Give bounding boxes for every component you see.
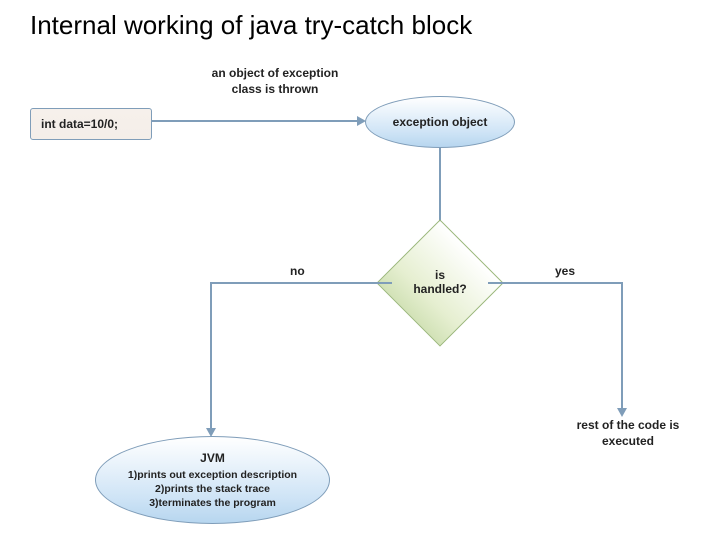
jvm-line-2: 2)prints the stack trace [128,482,297,496]
node-exception-object: exception object [365,96,515,148]
jvm-line-3: 3)terminates the program [128,496,297,510]
decision-label: is handled? [395,268,485,296]
connector [210,282,212,430]
label-no: no [290,264,305,278]
caption-rest: rest of the code is executed [558,418,698,449]
arrow-icon [617,408,627,417]
page-title: Internal working of java try-catch block [30,10,472,41]
caption-thrown: an object of exception class is thrown [190,66,360,97]
connector [210,282,392,284]
diagram-canvas: Internal working of java try-catch block… [0,0,720,540]
connector [621,282,623,410]
jvm-line-1: 1)prints out exception description [128,468,297,482]
connector [488,282,623,284]
connector [439,148,441,228]
jvm-text: JVM 1)prints out exception description 2… [128,450,297,511]
label-yes: yes [555,264,575,278]
node-jvm: JVM 1)prints out exception description 2… [95,436,330,524]
node-code-box: int data=10/0; [30,108,152,140]
connector [152,120,357,122]
jvm-heading: JVM [128,450,297,466]
